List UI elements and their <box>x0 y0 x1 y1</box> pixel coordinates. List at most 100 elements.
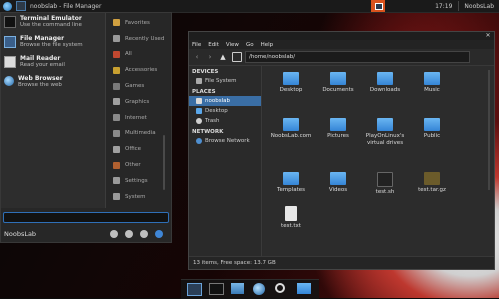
window-titlebar[interactable]: ✕ <box>189 32 494 40</box>
file-manager-icon <box>16 1 26 11</box>
file-label: Downloads <box>369 87 401 93</box>
clock[interactable]: 17:19 <box>435 3 452 10</box>
category-games[interactable]: Games <box>109 78 169 94</box>
folder-videos-icon <box>330 172 346 185</box>
file-item-templates[interactable]: Templates <box>266 172 316 194</box>
sidebar-item-file-system[interactable]: File System <box>189 76 261 86</box>
file-view: Desktop Documents Downloads Music NoobsL… <box>263 66 494 256</box>
category-office[interactable]: Office <box>109 141 169 157</box>
games-icon <box>113 82 120 90</box>
web-browser-icon <box>253 282 265 295</box>
forward-icon[interactable]: › <box>205 52 215 62</box>
category-internet[interactable]: Internet <box>109 110 169 126</box>
active-window-title[interactable]: noobslab - File Manager <box>30 3 101 10</box>
file-item-test-txt[interactable]: test.txt <box>266 206 316 230</box>
file-item-videos[interactable]: Videos <box>313 172 363 194</box>
app-name: File Manager <box>20 35 65 42</box>
lock-icon[interactable] <box>125 230 133 238</box>
internet-icon <box>113 114 120 122</box>
category-recently-used[interactable]: Recently Used <box>109 31 169 47</box>
user-name[interactable]: NoobsLab <box>464 3 494 10</box>
category-label: System <box>125 193 146 200</box>
file-view-scrollbar[interactable] <box>486 68 492 254</box>
app-terminal-emulator[interactable]: Terminal Emulator Use the command line <box>1 13 105 33</box>
category-list: Favorites Recently Used All Accessories … <box>109 15 169 205</box>
graphics-icon <box>113 98 120 106</box>
file-item-music[interactable]: Music <box>407 72 457 94</box>
file-label: test.sh <box>375 189 395 195</box>
switch-user-icon[interactable] <box>140 230 148 238</box>
dock-item-folder[interactable] <box>297 282 313 297</box>
menu-search-input[interactable] <box>3 212 169 223</box>
settings-icon[interactable] <box>110 230 118 238</box>
file-label: Pictures <box>327 133 349 139</box>
network-icon <box>196 138 202 144</box>
dock-item-files[interactable] <box>187 282 203 297</box>
menu-help[interactable]: Help <box>261 42 274 48</box>
dock-item-search[interactable] <box>275 282 291 297</box>
folder-icon <box>283 72 299 85</box>
sidebar-item-noobslab[interactable]: noobslab <box>189 96 261 106</box>
app-mail-reader[interactable]: Mail Reader Read your email <box>1 53 105 73</box>
category-favorites[interactable]: Favorites <box>109 15 169 31</box>
menu-edit[interactable]: Edit <box>208 42 219 48</box>
file-item-test-sh[interactable]: test.sh <box>360 172 410 196</box>
file-item-test-tar-gz[interactable]: test.tar.gz <box>407 172 457 194</box>
power-icon[interactable] <box>155 230 163 238</box>
category-settings[interactable]: Settings <box>109 173 169 189</box>
home-icon[interactable] <box>232 52 242 62</box>
category-label: Games <box>125 83 145 90</box>
scrollbar-thumb[interactable] <box>163 135 165 190</box>
accessories-icon <box>113 66 120 74</box>
sidebar-item-desktop[interactable]: Desktop <box>189 106 261 116</box>
category-other[interactable]: Other <box>109 157 169 173</box>
category-graphics[interactable]: Graphics <box>109 94 169 110</box>
home-folder-icon <box>196 98 202 104</box>
file-label: test.txt <box>281 223 301 229</box>
file-item-public[interactable]: Public <box>407 118 457 140</box>
category-label: Favorites <box>125 19 150 26</box>
file-label: PlayOnLinux's virtual drives <box>365 133 405 146</box>
category-scrollbar[interactable] <box>161 15 167 208</box>
dock-item-documents[interactable] <box>231 282 247 297</box>
category-all[interactable]: All <box>109 47 169 63</box>
file-item-playonlinux[interactable]: PlayOnLinux's virtual drives <box>360 118 410 146</box>
file-item-noobslab-com[interactable]: NoobsLab.com <box>266 118 316 140</box>
sidebar-item-label: File System <box>205 78 237 84</box>
other-icon <box>113 161 120 169</box>
desktop-folder-icon <box>196 108 202 114</box>
app-description: Use the command line <box>20 22 82 28</box>
dock-item-web-browser[interactable] <box>253 282 269 297</box>
app-menu-icon[interactable] <box>3 1 12 11</box>
files-icon <box>187 282 202 296</box>
panel-separator <box>458 1 460 11</box>
up-icon[interactable]: ▲ <box>218 52 228 62</box>
category-multimedia[interactable]: Multimedia <box>109 126 169 142</box>
file-item-documents[interactable]: Documents <box>313 72 363 94</box>
close-icon[interactable]: ✕ <box>485 33 491 39</box>
sidebar-item-browse-network[interactable]: Browse Network <box>189 136 261 146</box>
file-item-desktop[interactable]: Desktop <box>266 72 316 94</box>
category-system[interactable]: System <box>109 189 169 205</box>
dock-item-terminal[interactable] <box>209 282 225 297</box>
sidebar-item-trash[interactable]: Trash <box>189 116 261 126</box>
menu-file[interactable]: File <box>192 42 201 48</box>
tray-window-icon[interactable] <box>371 0 386 12</box>
menu-go[interactable]: Go <box>246 42 254 48</box>
location-input[interactable]: /home/noobslab/ <box>245 51 470 63</box>
category-label: Recently Used <box>125 35 165 42</box>
file-item-downloads[interactable]: Downloads <box>360 72 410 94</box>
back-icon[interactable]: ‹ <box>192 52 202 62</box>
menu-view[interactable]: View <box>226 42 239 48</box>
app-web-browser[interactable]: Web Browser Browse the web <box>1 73 105 93</box>
menu-user-name: NoobsLab <box>4 230 37 238</box>
file-item-pictures[interactable]: Pictures <box>313 118 363 140</box>
category-label: Accessories <box>125 67 158 74</box>
folder-icon <box>330 72 346 85</box>
sidebar-item-label: Desktop <box>205 108 228 114</box>
app-file-manager[interactable]: File Manager Browse the file system <box>1 33 105 53</box>
file-manager-window: ✕ File Edit View Go Help ‹ › ▲ /home/noo… <box>188 31 495 270</box>
file-label: Music <box>424 87 440 93</box>
scrollbar-thumb[interactable] <box>488 70 490 190</box>
category-accessories[interactable]: Accessories <box>109 62 169 78</box>
